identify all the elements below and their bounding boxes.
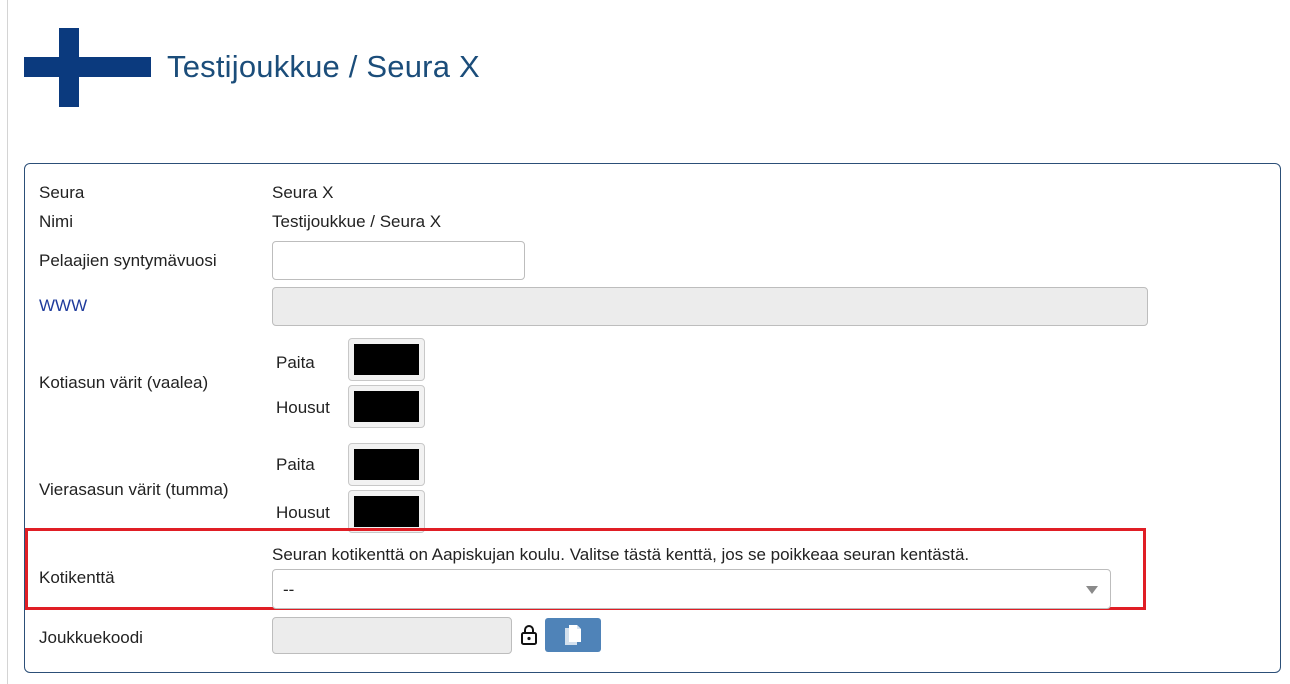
www-link[interactable]: WWW: [39, 296, 87, 316]
finland-flag-icon: [24, 27, 151, 107]
home-shorts-color-picker[interactable]: [348, 385, 425, 428]
home-field-hint: Seuran kotikenttä on Aapiskujan koulu. V…: [272, 545, 970, 564]
copy-icon: [565, 625, 581, 645]
away-shirt-color-picker[interactable]: [348, 443, 425, 486]
home-colors-label: Kotiasun värit (vaalea): [39, 373, 209, 392]
home-shirt-label: Paita: [276, 353, 315, 372]
page-title: Testijoukkue / Seura X: [167, 49, 480, 84]
birth-year-label: Pelaajien syntymävuosi: [39, 251, 217, 270]
club-value: Seura X: [272, 183, 334, 202]
home-shorts-label: Housut: [276, 398, 330, 417]
away-shorts-color-swatch: [354, 496, 419, 527]
home-shorts-color-swatch: [354, 391, 419, 422]
away-colors-label: Vierasasun värit (tumma): [39, 480, 229, 499]
home-field-selected-value: --: [283, 580, 295, 599]
away-shorts-label: Housut: [276, 503, 330, 522]
team-code-input[interactable]: [272, 617, 512, 654]
away-shirt-color-swatch: [354, 449, 419, 480]
home-shirt-color-swatch: [354, 344, 419, 375]
home-shirt-color-picker[interactable]: [348, 338, 425, 381]
name-label: Nimi: [39, 212, 73, 231]
birth-year-input[interactable]: [272, 241, 525, 280]
lock-icon[interactable]: [520, 624, 538, 646]
away-shirt-label: Paita: [276, 455, 315, 474]
name-value: Testijoukkue / Seura X: [272, 212, 442, 231]
home-field-select[interactable]: --: [272, 569, 1111, 609]
www-input[interactable]: [272, 287, 1148, 326]
away-shorts-color-picker[interactable]: [348, 490, 425, 533]
chevron-down-icon: [1086, 586, 1098, 594]
club-label: Seura: [39, 183, 85, 202]
copy-team-code-button[interactable]: [545, 618, 601, 652]
left-divider: [7, 0, 8, 684]
page-header: Testijoukkue / Seura X: [24, 27, 480, 107]
team-code-label: Joukkuekoodi: [39, 628, 143, 647]
home-field-label: Kotikenttä: [39, 568, 115, 587]
